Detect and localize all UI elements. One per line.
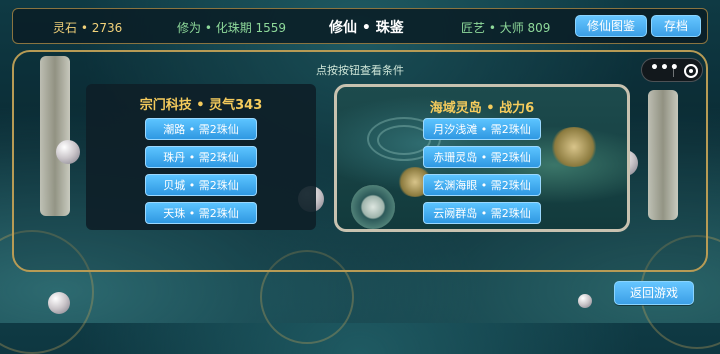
tech-item-button[interactable]: 贝城 • 需2珠仙 xyxy=(145,174,257,196)
island-item-button[interactable]: 玄渊海眼 • 需2珠仙 xyxy=(423,174,541,196)
capsule-divider xyxy=(673,64,674,77)
island-item-button[interactable]: 赤珊灵岛 • 需2珠仙 xyxy=(423,146,541,168)
target-circle-icon[interactable] xyxy=(684,64,698,78)
hint-text: 点按按钮查看条件 xyxy=(316,64,404,77)
return-game-button[interactable]: 返回游戏 xyxy=(614,281,694,305)
tech-item-button[interactable]: 潮路 • 需2珠仙 xyxy=(145,118,257,140)
decor-pearl xyxy=(578,294,592,308)
sea-islands-title: 海域灵岛 • 战力6 xyxy=(429,101,535,116)
more-dots-icon[interactable]: ••• xyxy=(650,60,680,76)
save-button[interactable]: 存档 xyxy=(651,15,701,37)
decor-pillar-left xyxy=(40,56,70,216)
island-item-button[interactable]: 月汐浅滩 • 需2珠仙 xyxy=(423,118,541,140)
sea-islands-panel: 海域灵岛 • 战力6 月汐浅滩 • 需2珠仙 赤珊灵岛 • 需2珠仙 玄渊海眼 … xyxy=(334,84,630,232)
tech-item-button[interactable]: 天珠 • 需2珠仙 xyxy=(145,202,257,224)
spirit-stone-count: 灵石 • 2736 xyxy=(53,21,123,35)
sect-tech-title: 宗门科技 • 灵气343 xyxy=(139,98,263,113)
cultivation-level: 修为 • 化珠期 1559 xyxy=(177,21,287,35)
craft-level: 匠艺 • 大师 809 xyxy=(461,21,551,35)
island-item-button[interactable]: 云阙群岛 • 需2珠仙 xyxy=(423,202,541,224)
page-title: 修仙 • 珠鉴 xyxy=(329,20,404,36)
decor-island xyxy=(549,127,599,167)
atlas-button[interactable]: 修仙图鉴 xyxy=(575,15,647,37)
sect-tech-panel: 宗门科技 • 灵气343 潮路 • 需2珠仙 珠丹 • 需2珠仙 贝城 • 需2… xyxy=(86,84,316,230)
decor-pearl xyxy=(56,140,80,164)
menu-capsule: ••• xyxy=(641,58,703,82)
compass-emblem xyxy=(351,185,395,229)
decor-pillar-right xyxy=(648,90,678,220)
decor-pearl xyxy=(48,292,70,314)
tech-item-button[interactable]: 珠丹 • 需2珠仙 xyxy=(145,146,257,168)
top-status-bar: 灵石 • 2736 修为 • 化珠期 1559 修仙 • 珠鉴 匠艺 • 大师 … xyxy=(12,8,708,44)
